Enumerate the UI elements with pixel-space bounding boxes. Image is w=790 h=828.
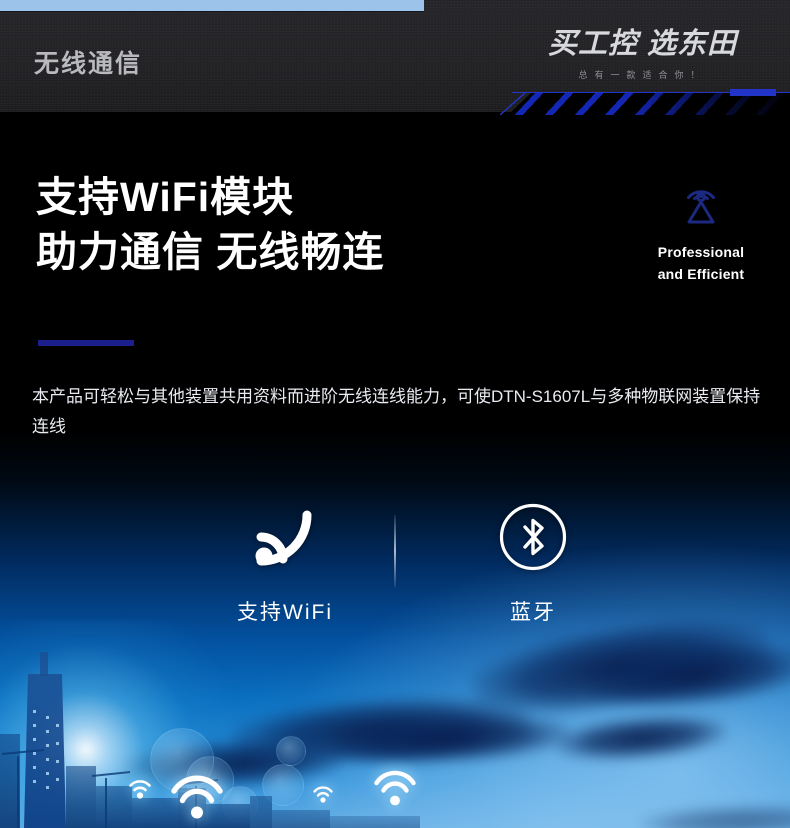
feature-wifi-label: 支持WiFi (237, 601, 333, 624)
hero-line-2: 助力通信 无线畅连 (36, 228, 385, 275)
page-title: 无线通信 (34, 50, 143, 78)
feature-divider (394, 515, 396, 587)
feature-wifi[interactable]: 支持WiFi (185, 498, 385, 626)
stripe-top-line-diagonal (500, 92, 526, 115)
brand-logo-slogan: 总有一款适合你！ (578, 70, 707, 80)
badge-label: Professional and Efficient (657, 244, 745, 282)
brand-logo[interactable]: 买工控 选东田 总有一款适合你！ (525, 30, 760, 81)
hero-line-1: 支持WiFi模块 (36, 174, 295, 220)
feature-row: 支持WiFi 蓝牙 (0, 498, 790, 638)
wireless-communication-banner: 无线通信 买工控 选东田 总有一款适合你！ 支持WiFi模块 助力通信 无线畅连… (0, 0, 790, 828)
description-text: 本产品可轻松与其他装置共用资料而进阶无线连线能力，可使DTN-S1607L与多种… (32, 387, 761, 436)
feature-bluetooth[interactable]: 蓝牙 (433, 498, 633, 626)
stripe-accent-chip (730, 89, 776, 96)
hero-headline: 支持WiFi模块 助力通信 无线畅连 (36, 170, 676, 280)
feature-bluetooth-label: 蓝牙 (510, 601, 556, 624)
diagonal-stripe-decoration (0, 92, 790, 115)
hero-accent-bar (38, 340, 134, 346)
wifi-signal-glow-large (166, 770, 228, 822)
brand-logo-text: 买工控 选东田 (547, 28, 738, 60)
broadcast-tower-icon (646, 166, 756, 228)
wifi-signal-glow-small (310, 782, 336, 804)
wifi-signal-glow-small (125, 774, 155, 800)
professional-badge: Professional and Efficient (646, 166, 756, 285)
bluetooth-icon (433, 498, 633, 576)
wifi-signal-glow-medium (370, 766, 420, 808)
wifi-icon (185, 498, 385, 576)
